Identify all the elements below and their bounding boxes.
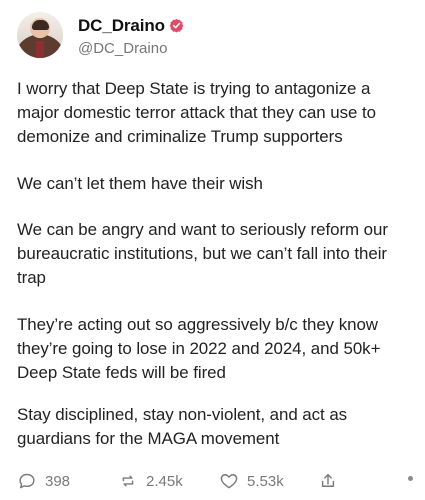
display-name[interactable]: DC_Draino (78, 17, 165, 34)
like-count: 5.53k (247, 472, 284, 490)
repost-button[interactable]: 2.45k (118, 468, 219, 494)
post-paragraph-4: They’re acting out so aggressively b/c t… (17, 315, 381, 382)
post-header: DC_Draino @DC_Draino (17, 10, 184, 60)
social-post: DC_Draino @DC_Draino I worry that Deep S… (0, 0, 425, 500)
more-dot-icon[interactable] (408, 476, 413, 481)
heart-icon (219, 471, 239, 491)
post-paragraph-3: We can be angry and want to seriously re… (17, 220, 388, 287)
reply-icon (17, 471, 37, 491)
post-paragraph-2: We can’t let them have their wish (17, 174, 263, 193)
post-actions: 398 2.45k 5.53k (17, 468, 415, 494)
reply-count: 398 (45, 472, 71, 490)
display-name-row: DC_Draino (78, 15, 184, 37)
like-button[interactable]: 5.53k (219, 468, 318, 494)
avatar[interactable] (17, 12, 63, 58)
share-icon (318, 471, 338, 491)
repost-icon (118, 471, 138, 491)
username[interactable]: @DC_Draino (78, 41, 184, 56)
post-paragraph-1: I worry that Deep State is trying to ant… (17, 79, 376, 146)
author-info: DC_Draino @DC_Draino (78, 15, 184, 56)
post-paragraph-5: Stay disciplined, stay non-violent, and … (17, 405, 348, 448)
verified-badge-icon (169, 18, 184, 33)
reply-button[interactable]: 398 (17, 468, 118, 494)
share-button[interactable] (318, 468, 398, 494)
repost-count: 2.45k (146, 472, 183, 490)
